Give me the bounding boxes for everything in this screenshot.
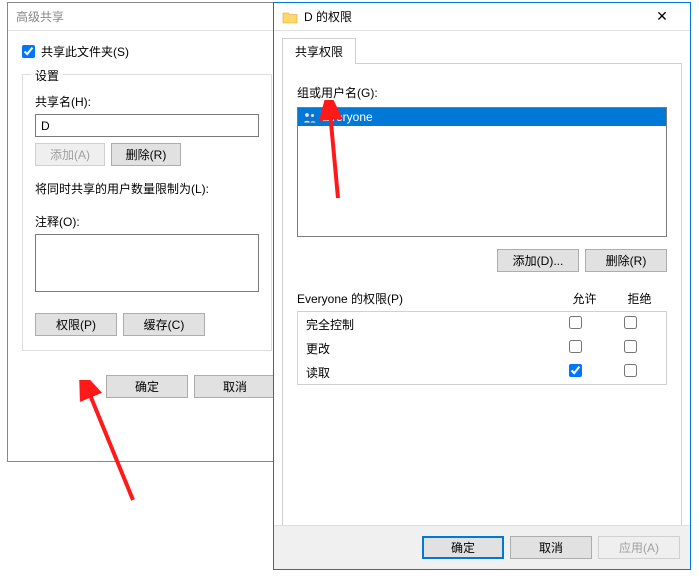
tab-share-permissions[interactable]: 共享权限 bbox=[282, 38, 356, 64]
dialog-footer: 确定 取消 应用(A) bbox=[274, 525, 690, 569]
permissions-list: 完全控制 更改 读取 bbox=[297, 311, 667, 385]
advanced-sharing-window: 高级共享 共享此文件夹(S) 设置 共享名(H): 添加(A) 删除(R) 将同… bbox=[7, 2, 287, 462]
permissions-for-label: Everyone 的权限(P) bbox=[297, 290, 557, 307]
allow-read[interactable] bbox=[569, 364, 582, 377]
close-icon[interactable]: ✕ bbox=[642, 8, 682, 25]
perm-row-label: 读取 bbox=[306, 364, 548, 381]
perm-add-button[interactable]: 添加(D)... bbox=[497, 249, 579, 272]
perm-title: D 的权限 bbox=[304, 8, 642, 25]
share-name-input[interactable] bbox=[35, 114, 259, 137]
comment-label: 注释(O): bbox=[35, 213, 259, 230]
share-folder-check-input[interactable] bbox=[22, 45, 35, 58]
perm-remove-button[interactable]: 删除(R) bbox=[585, 249, 667, 272]
adv-ok-button[interactable]: 确定 bbox=[106, 375, 188, 398]
group-users-label: 组或用户名(G): bbox=[297, 84, 667, 101]
perm-row: 更改 bbox=[298, 336, 666, 360]
deny-column-header: 拒绝 bbox=[612, 290, 667, 307]
limit-label: 将同时共享的用户数量限制为(L): bbox=[35, 180, 259, 197]
permissions-window: D 的权限 ✕ 共享权限 组或用户名(G): Everyone 添加(D)...… bbox=[273, 2, 691, 570]
permissions-button[interactable]: 权限(P) bbox=[35, 313, 117, 336]
adv-remove-button[interactable]: 删除(R) bbox=[111, 143, 181, 166]
comment-input[interactable] bbox=[35, 234, 259, 292]
deny-change[interactable] bbox=[624, 340, 637, 353]
share-folder-label: 共享此文件夹(S) bbox=[41, 43, 129, 60]
perm-row-label: 更改 bbox=[306, 340, 548, 357]
adv-title: 高级共享 bbox=[16, 8, 278, 25]
perm-row-label: 完全控制 bbox=[306, 316, 548, 333]
deny-full-control[interactable] bbox=[624, 316, 637, 329]
folder-icon bbox=[282, 10, 298, 24]
share-folder-checkbox[interactable]: 共享此文件夹(S) bbox=[22, 43, 272, 60]
deny-read[interactable] bbox=[624, 364, 637, 377]
perm-cancel-button[interactable]: 取消 bbox=[510, 536, 592, 559]
adv-titlebar[interactable]: 高级共享 bbox=[8, 3, 286, 31]
settings-legend: 设置 bbox=[31, 67, 63, 84]
allow-full-control[interactable] bbox=[569, 316, 582, 329]
adv-add-button[interactable]: 添加(A) bbox=[35, 143, 105, 166]
settings-group: 设置 共享名(H): 添加(A) 删除(R) 将同时共享的用户数量限制为(L):… bbox=[22, 74, 272, 351]
list-item[interactable]: Everyone bbox=[298, 108, 666, 126]
perm-ok-button[interactable]: 确定 bbox=[422, 536, 504, 559]
users-listbox[interactable]: Everyone bbox=[297, 107, 667, 237]
perm-row: 完全控制 bbox=[298, 312, 666, 336]
perm-titlebar[interactable]: D 的权限 ✕ bbox=[274, 3, 690, 31]
adv-cancel-button[interactable]: 取消 bbox=[194, 375, 276, 398]
share-name-label: 共享名(H): bbox=[35, 93, 259, 110]
allow-change[interactable] bbox=[569, 340, 582, 353]
list-item-label: Everyone bbox=[322, 110, 373, 124]
users-icon bbox=[302, 110, 318, 124]
perm-row: 读取 bbox=[298, 360, 666, 384]
tab-body: 组或用户名(G): Everyone 添加(D)... 删除(R) Everyo… bbox=[282, 63, 682, 533]
cache-button[interactable]: 缓存(C) bbox=[123, 313, 205, 336]
perm-apply-button[interactable]: 应用(A) bbox=[598, 536, 680, 559]
allow-column-header: 允许 bbox=[557, 290, 612, 307]
